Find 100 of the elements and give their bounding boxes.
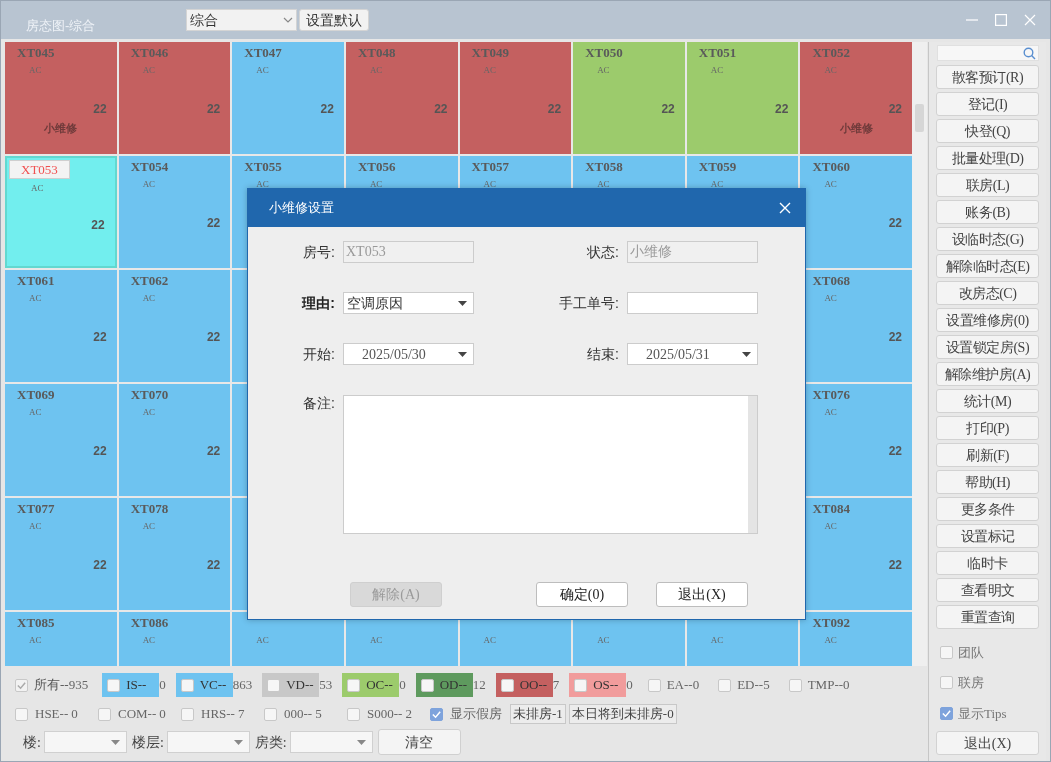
room-number: XT068 bbox=[812, 272, 850, 289]
room-tile[interactable]: XT050 AC 22 bbox=[573, 42, 685, 154]
side-button[interactable]: 更多条件 bbox=[936, 497, 1039, 521]
checkbox[interactable] bbox=[500, 678, 514, 692]
room-number: XT070 bbox=[130, 386, 169, 403]
room-type-label: AC bbox=[483, 635, 496, 646]
side-button[interactable]: 打印(P) bbox=[936, 416, 1039, 440]
status-count: 53 bbox=[319, 676, 333, 695]
status-count: 0 bbox=[159, 676, 166, 695]
checkbox-label: HRS-- bbox=[201, 705, 235, 724]
side-button[interactable]: 联房(L) bbox=[936, 173, 1039, 197]
room-tile[interactable]: XT070 AC 22 bbox=[118, 384, 231, 496]
room-type-label: AC bbox=[710, 635, 724, 646]
checkbox[interactable] bbox=[107, 678, 121, 692]
checkbox[interactable] bbox=[647, 678, 661, 692]
side-button[interactable]: 快登(Q) bbox=[936, 119, 1039, 143]
room-tile[interactable]: XT054 AC 22 bbox=[118, 156, 231, 268]
room-tile[interactable]: XT062 AC 22 bbox=[118, 270, 231, 382]
room-count: 22 bbox=[93, 557, 107, 574]
room-type-label: AC bbox=[369, 179, 383, 190]
checkbox[interactable] bbox=[940, 706, 953, 720]
dialog-button[interactable]: 退出(X) bbox=[656, 582, 748, 607]
room-number: XT053 bbox=[9, 160, 70, 179]
checkbox[interactable] bbox=[180, 678, 194, 692]
room-tile[interactable]: XT069 AC 22 bbox=[5, 384, 117, 496]
side-button[interactable]: 帮助(H) bbox=[936, 470, 1039, 494]
room-number: XT069 bbox=[17, 386, 55, 403]
side-button[interactable]: 设置标记 bbox=[936, 524, 1039, 548]
side-button[interactable]: 账务(B) bbox=[936, 200, 1039, 224]
checkbox[interactable] bbox=[15, 707, 28, 721]
side-button[interactable]: 重置查询 bbox=[936, 605, 1039, 629]
checkbox[interactable] bbox=[940, 645, 953, 659]
date-picker[interactable]: 2025/05/30 bbox=[343, 343, 474, 365]
checkbox[interactable] bbox=[264, 707, 277, 721]
scrollbar-thumb[interactable] bbox=[915, 104, 924, 132]
room-count: 22 bbox=[93, 329, 107, 346]
room-tile[interactable]: XT078 AC 22 bbox=[118, 498, 231, 610]
checkbox-label: 000-- bbox=[284, 705, 313, 724]
side-button[interactable]: 统计(M) bbox=[936, 389, 1039, 413]
date-picker[interactable]: 2025/05/31 bbox=[627, 343, 758, 365]
room-type-label: AC bbox=[710, 65, 724, 76]
room-type-label: AC bbox=[710, 179, 724, 190]
note-textarea[interactable] bbox=[343, 395, 758, 534]
room-tile[interactable]: XT047 AC 22 bbox=[232, 42, 344, 154]
side-button[interactable]: 临时卡 bbox=[936, 551, 1039, 575]
checkbox[interactable] bbox=[98, 707, 111, 721]
search-field[interactable] bbox=[936, 45, 1039, 61]
input-field[interactable] bbox=[627, 292, 758, 314]
room-type-label: AC bbox=[142, 179, 156, 190]
checkbox[interactable] bbox=[574, 678, 588, 692]
reason-dropdown[interactable]: 空调原因 bbox=[343, 292, 474, 314]
side-button[interactable]: 登记(I) bbox=[936, 92, 1039, 116]
room-count: 22 bbox=[206, 215, 221, 232]
checkbox[interactable] bbox=[181, 707, 194, 721]
room-type-label: AC bbox=[142, 293, 156, 304]
room-number: XT059 bbox=[698, 158, 737, 175]
side-button[interactable]: 散客预订(R) bbox=[936, 65, 1039, 89]
status-count: 7 bbox=[237, 705, 245, 724]
room-tile[interactable]: XT077 AC 22 bbox=[5, 498, 117, 610]
side-button[interactable]: 批量处理(D) bbox=[936, 146, 1039, 170]
filter-dropdown[interactable] bbox=[43, 731, 127, 753]
clear-button[interactable]: 清空 bbox=[377, 729, 461, 755]
filter-dropdown[interactable] bbox=[289, 731, 373, 753]
room-tile[interactable]: XT051 AC 22 bbox=[686, 42, 799, 154]
side-button[interactable]: 设临时态(G) bbox=[936, 227, 1039, 251]
dialog-button[interactable]: 确定(0) bbox=[536, 582, 628, 607]
maximize-icon[interactable] bbox=[995, 14, 1007, 26]
room-tile[interactable]: XT060 AC 22 bbox=[800, 156, 912, 268]
checkbox[interactable] bbox=[420, 678, 434, 692]
room-number: XT047 bbox=[244, 44, 282, 61]
checkbox[interactable] bbox=[267, 678, 281, 692]
side-button[interactable]: 刷新(F) bbox=[936, 443, 1039, 467]
side-button[interactable]: 解除临时态(E) bbox=[936, 254, 1039, 278]
side-button[interactable]: 查看明文 bbox=[936, 578, 1039, 602]
room-tile[interactable]: XT092 AC bbox=[800, 612, 912, 666]
close-icon[interactable] bbox=[779, 202, 791, 214]
checkbox[interactable] bbox=[940, 676, 953, 690]
caret-icon bbox=[356, 739, 366, 745]
filter-dropdown[interactable] bbox=[166, 731, 250, 753]
room-tile[interactable]: XT085 AC bbox=[5, 612, 117, 666]
set-default-button[interactable]: 设置默认 bbox=[299, 9, 369, 31]
checkbox[interactable] bbox=[430, 707, 443, 721]
side-button[interactable]: 解除维护房(A) bbox=[936, 362, 1039, 386]
scrollbar[interactable] bbox=[748, 396, 757, 533]
room-count: 22 bbox=[206, 557, 221, 574]
scrollbar[interactable] bbox=[912, 42, 927, 666]
view-dropdown[interactable]: 综合 bbox=[186, 9, 297, 31]
checkbox[interactable] bbox=[347, 707, 360, 721]
checkbox[interactable] bbox=[347, 678, 361, 692]
exit-button[interactable]: 退出(X) bbox=[936, 731, 1039, 755]
room-tile[interactable]: XT061 AC 22 bbox=[5, 270, 117, 382]
room-tile[interactable]: XT053 AC 22 bbox=[5, 156, 117, 268]
room-tile[interactable]: XT086 AC bbox=[118, 612, 231, 666]
side-button[interactable]: 设置维修房(0) bbox=[936, 308, 1039, 332]
side-button[interactable]: 设置锁定房(S) bbox=[936, 335, 1039, 359]
room-type-label: AC bbox=[483, 65, 496, 76]
room-type-label: AC bbox=[142, 65, 156, 76]
checkbox[interactable] bbox=[718, 678, 732, 692]
side-button[interactable]: 改房态(C) bbox=[936, 281, 1039, 305]
checkbox[interactable] bbox=[788, 678, 802, 692]
